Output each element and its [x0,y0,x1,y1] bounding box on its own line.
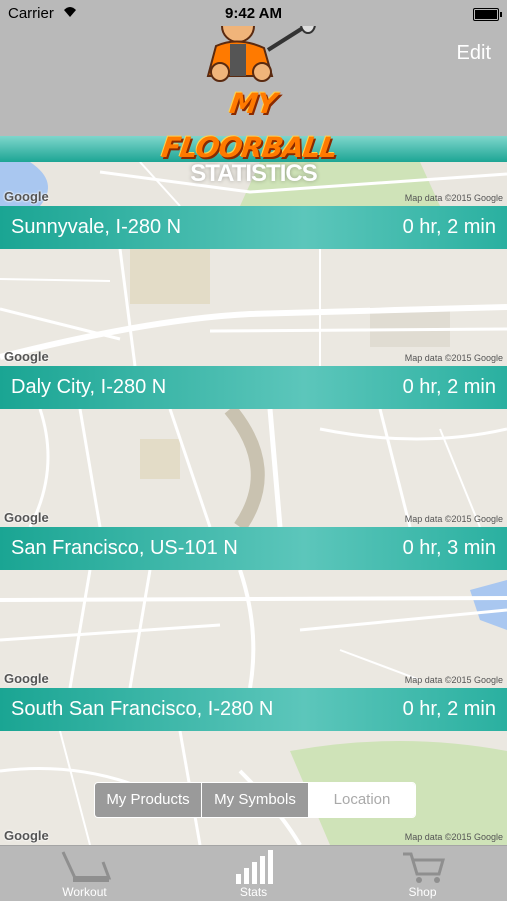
status-bar: Carrier 9:42 AM [0,0,507,26]
view-segmented-control: My Products My Symbols Location [94,782,416,818]
map-data-credit: Map data ©2015 Google [404,353,503,363]
trip-row[interactable]: San Francisco, US-101 N 0 hr, 3 min [0,527,507,570]
trip-location: Sunnyvale, I-280 N [11,216,182,238]
map-preview: Google Map data ©2015 Google [0,570,507,688]
tab-label: Stats [239,885,268,899]
segment-my-products[interactable]: My Products [95,783,202,817]
tab-workout[interactable]: Workout [0,846,169,901]
edit-button[interactable]: Edit [457,42,491,65]
segment-my-symbols[interactable]: My Symbols [202,783,309,817]
trip-duration: 0 hr, 2 min [402,216,496,238]
tab-bar: Workout Stats Shop [0,845,507,901]
tab-label: Workout [62,885,107,899]
battery-icon [473,8,502,21]
google-attribution: Google [4,671,49,686]
tab-shop[interactable]: Shop [338,846,507,901]
trip-location: South San Francisco, I-280 N [11,698,274,720]
map-data-credit: Map data ©2015 Google [404,675,503,685]
google-attribution: Google [4,828,49,843]
trip-duration: 0 hr, 2 min [402,376,496,398]
tab-stats[interactable]: Stats [169,846,338,901]
trip-row[interactable]: Daly City, I-280 N 0 hr, 2 min [0,366,507,409]
map-preview: Google Map data ©2015 Google [0,409,507,527]
map-preview: Google Map data ©2015 Google [0,249,507,366]
tab-label: Shop [408,885,437,899]
trip-row[interactable]: South San Francisco, I-280 N 0 hr, 2 min [0,688,507,731]
map-data-credit: Map data ©2015 Google [404,514,503,524]
stats-icon [235,850,273,884]
trip-location: Daly City, I-280 N [11,376,167,398]
trip-row[interactable]: Sunnyvale, I-280 N 0 hr, 2 min [0,206,507,249]
google-attribution: Google [4,189,49,204]
trip-duration: 0 hr, 3 min [402,537,496,559]
trip-duration: 0 hr, 2 min [402,698,496,720]
map-data-credit: Map data ©2015 Google [404,832,503,842]
trip-location: San Francisco, US-101 N [11,537,238,559]
clock: 9:42 AM [225,5,282,22]
google-attribution: Google [4,510,49,525]
segment-location[interactable]: Location [309,783,415,817]
google-attribution: Google [4,349,49,364]
logo-wordmark: MY FLOORBALL [159,87,340,164]
shop-cart-icon [402,852,445,883]
map-data-credit: Map data ©2015 Google [404,193,503,203]
workout-icon [61,851,111,882]
